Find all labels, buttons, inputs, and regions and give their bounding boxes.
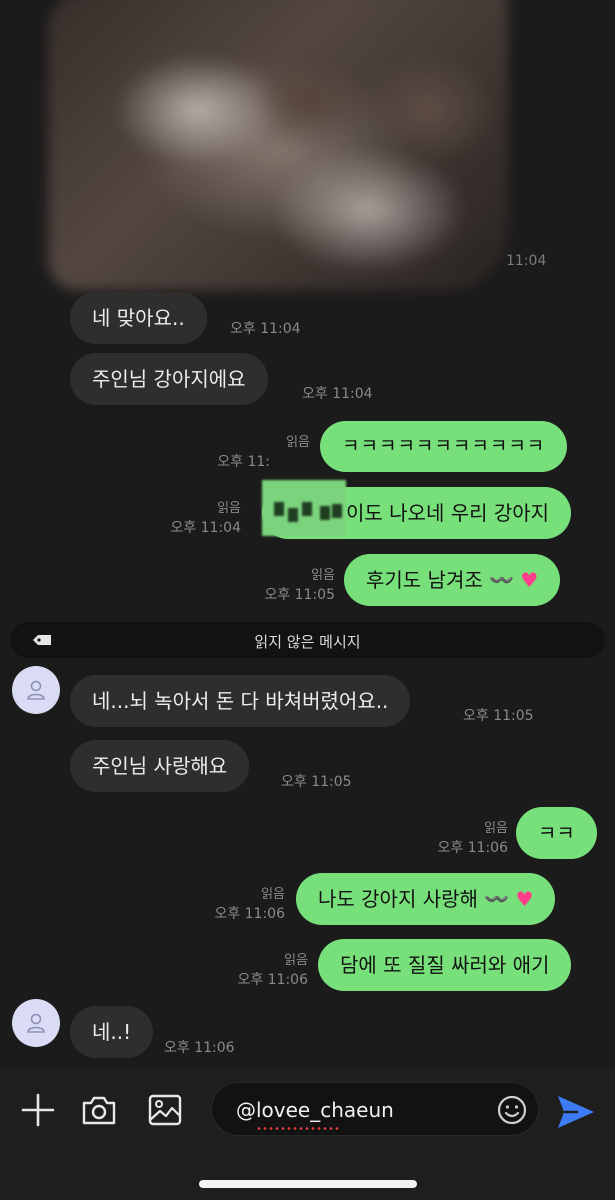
- read-receipt: 읽음: [286, 435, 310, 450]
- read-receipt: 읽음: [217, 501, 241, 516]
- message-time: 오후 11:04: [170, 520, 241, 536]
- person-icon: [27, 1013, 45, 1033]
- avatar[interactable]: [12, 666, 60, 714]
- message-time: 오후 11:: [217, 454, 270, 470]
- plus-icon: [21, 1093, 55, 1127]
- message-text: 후기도 남겨조 〰️: [366, 568, 515, 592]
- image-icon: [148, 1094, 182, 1126]
- message-time: 오후 11:04: [302, 386, 373, 402]
- emoji-button[interactable]: [496, 1094, 528, 1130]
- message-time: 오후 11:06: [237, 972, 308, 988]
- message-time: 오후 11:06: [164, 1040, 235, 1056]
- message-time: 오후 11:04: [230, 321, 301, 337]
- read-receipt: 읽음: [484, 821, 508, 836]
- heart-emoji: ♥: [520, 568, 539, 592]
- camera-icon: [82, 1096, 116, 1125]
- emoji-icon: [497, 1095, 527, 1125]
- read-receipt: 읽음: [284, 953, 308, 968]
- message-bubble[interactable]: ㅋㅋ: [516, 807, 597, 859]
- camera-button[interactable]: [77, 1088, 121, 1132]
- plus-button[interactable]: [16, 1088, 60, 1132]
- person-icon: [27, 680, 45, 700]
- read-receipt: 읽음: [261, 887, 285, 902]
- message-bubble[interactable]: 네...뇌 녹아서 돈 다 바쳐버렸어요..: [70, 675, 411, 727]
- message-time: 오후 11:06: [437, 840, 508, 856]
- pixelated-censor: [262, 480, 346, 536]
- blurred-photo[interactable]: [48, 0, 508, 290]
- message-text: 나도 강아지 사랑해 〰️: [318, 887, 510, 911]
- message-bubble[interactable]: 주인님 강아지에요: [70, 353, 268, 405]
- home-indicator[interactable]: [199, 1180, 417, 1188]
- message-time: 오후 11:05: [264, 587, 335, 603]
- message-bubble[interactable]: ㅋㅋㅋㅋㅋㅋㅋㅋㅋㅋㅋ: [320, 421, 568, 472]
- message-bubble[interactable]: 네..!: [70, 1006, 154, 1058]
- message-bubble[interactable]: 후기도 남겨조 〰️ ♥: [344, 554, 561, 606]
- message-time: 오후 11:06: [214, 906, 285, 922]
- gallery-button[interactable]: [143, 1088, 187, 1132]
- heart-emoji: ♥: [515, 887, 534, 911]
- message-bubble[interactable]: 네 맞아요..: [70, 292, 207, 344]
- spellcheck-underline: [256, 1127, 340, 1130]
- message-input[interactable]: @lovee_chaeun: [211, 1082, 539, 1136]
- send-icon: [558, 1096, 594, 1128]
- message-bubble[interactable]: 나도 강아지 사랑해 〰️ ♥: [296, 873, 556, 925]
- chat-area[interactable]: 11:04 네 맞아요.. 오후 11:04 주인님 강아지에요 오후 11:0…: [0, 0, 615, 1068]
- message-time: 오후 11:05: [463, 708, 534, 724]
- message-time: 오후 11:05: [281, 774, 352, 790]
- unread-divider-label: 읽지 않은 메시지: [254, 633, 361, 651]
- send-button[interactable]: [554, 1090, 598, 1134]
- avatar[interactable]: [12, 999, 60, 1047]
- message-bubble[interactable]: 담에 또 질질 싸러와 애기: [318, 939, 572, 991]
- unread-divider: 읽지 않은 메시지: [10, 622, 605, 658]
- photo-time: 11:04: [506, 253, 547, 269]
- message-input-value: @lovee_chaeun: [236, 1098, 394, 1122]
- message-bubble[interactable]: 주인님 사랑해요: [70, 740, 250, 792]
- read-receipt: 읽음: [311, 568, 335, 583]
